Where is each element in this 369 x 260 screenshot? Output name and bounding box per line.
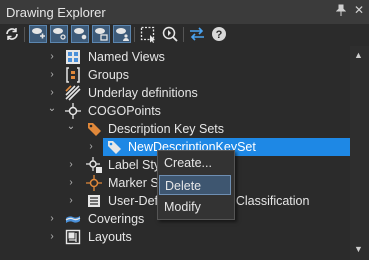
context-menu: Create... Delete Modify (157, 150, 235, 220)
collapse-chevron-icon[interactable]: ⌄ (66, 121, 76, 133)
tree-item-named-views[interactable]: › Named Views (0, 48, 350, 66)
named-views-icon (65, 49, 81, 65)
panel-title: Drawing Explorer (6, 5, 106, 20)
menu-item-label: Delete (165, 179, 202, 193)
tree-item-label: Description Key Sets (108, 122, 225, 136)
tree-item-groups[interactable]: › Groups (0, 66, 350, 84)
tree-item-layouts[interactable]: › Layouts (0, 228, 350, 246)
tree-item-label: Coverings (88, 212, 145, 226)
tree-item-label: COGOPoints (88, 104, 161, 118)
user-defined-icon (86, 193, 102, 209)
add-node-icon[interactable] (29, 25, 47, 43)
marker-styles-icon (86, 175, 102, 191)
tag-icon (106, 139, 122, 155)
menu-item-delete[interactable]: Delete (159, 175, 231, 195)
menu-item-create[interactable]: Create... (159, 153, 231, 173)
expand-chevron-icon[interactable]: › (66, 177, 76, 189)
sync-arrows-icon[interactable] (188, 25, 206, 43)
node-filter-icon[interactable] (50, 25, 68, 43)
groups-icon (65, 67, 81, 83)
pin-icon[interactable] (334, 4, 348, 19)
toolbar-separator (134, 27, 135, 42)
coverings-icon (65, 211, 81, 227)
collapse-chevron-icon[interactable]: ⌄ (47, 103, 57, 115)
panel-titlebar: Drawing Explorer ✕ (0, 0, 369, 25)
underlay-icon (65, 85, 81, 101)
tree-item-label: Named Views (88, 50, 165, 64)
node-group-icon[interactable] (92, 25, 110, 43)
label-styles-icon (86, 157, 102, 173)
menu-item-modify[interactable]: Modify (159, 197, 231, 217)
refresh-icon[interactable] (3, 25, 21, 43)
layouts-icon (65, 229, 81, 245)
tree-item-label: Groups (88, 68, 129, 82)
expand-chevron-icon[interactable]: › (66, 195, 76, 207)
tree-item-description-key-sets[interactable]: ⌄ Description Key Sets (0, 120, 350, 138)
help-icon[interactable]: ? (210, 25, 228, 43)
node-props-icon[interactable] (71, 25, 89, 43)
toolbar: ? (0, 24, 369, 46)
tag-icon (86, 121, 102, 137)
tree-item-cogo-points[interactable]: ⌄ COGOPoints (0, 102, 350, 120)
toolbar-separator (183, 27, 184, 42)
zoom-select-icon[interactable] (161, 25, 179, 43)
toolbar-separator (24, 27, 25, 42)
expand-chevron-icon[interactable]: › (86, 141, 96, 153)
select-region-icon[interactable] (139, 25, 157, 43)
scroll-up-icon[interactable]: ▲ (354, 50, 363, 60)
expand-chevron-icon[interactable]: › (47, 87, 57, 99)
expand-chevron-icon[interactable]: › (47, 231, 57, 243)
tree-item-underlay-definitions[interactable]: › Underlay definitions (0, 84, 350, 102)
vertical-scrollbar[interactable]: ▲ ▼ (350, 46, 369, 260)
node-user-icon[interactable] (113, 25, 131, 43)
expand-chevron-icon[interactable]: › (66, 159, 76, 171)
tree-item-label: Underlay definitions (88, 86, 198, 100)
tree-item-label: Layouts (88, 230, 132, 244)
expand-chevron-icon[interactable]: › (47, 69, 57, 81)
cogo-points-icon (65, 103, 81, 119)
expand-chevron-icon[interactable]: › (47, 51, 57, 63)
menu-item-label: Create... (164, 156, 212, 170)
svg-text:?: ? (216, 29, 223, 41)
close-icon[interactable]: ✕ (352, 3, 366, 17)
menu-item-label: Modify (164, 200, 201, 214)
scroll-down-icon[interactable]: ▼ (354, 244, 363, 254)
expand-chevron-icon[interactable]: › (47, 213, 57, 225)
